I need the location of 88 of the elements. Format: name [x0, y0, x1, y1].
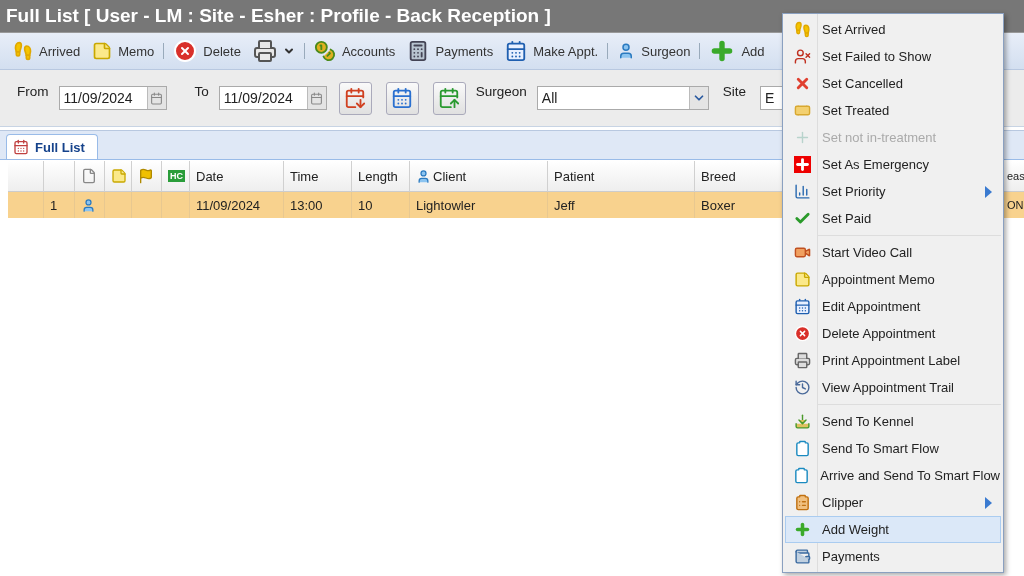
table-cell: 1	[44, 192, 75, 218]
table-cell: Jeff	[548, 192, 695, 218]
memo-icon	[92, 41, 113, 61]
to-label: To	[194, 84, 209, 99]
from-date-field[interactable]: 11/09/2024	[58, 86, 167, 110]
submenu-arrow-icon	[985, 185, 992, 198]
person-cross-icon	[793, 48, 811, 65]
download-icon	[793, 413, 811, 430]
calendar-down-icon	[344, 87, 367, 109]
clipboard-icon	[793, 494, 811, 511]
column-header[interactable]: Client	[410, 161, 548, 192]
menu-item[interactable]: Set As Emergency	[785, 151, 1001, 178]
site-label: Site	[722, 84, 747, 99]
clipboard-icon	[792, 467, 810, 484]
toolbar-button[interactable]: Delete	[170, 37, 244, 65]
menu-item[interactable]: Print Appointment Label	[785, 347, 1001, 374]
menu-item[interactable]: Start Video Call	[785, 239, 1001, 266]
calendar-icon	[505, 40, 528, 62]
menu-item[interactable]: Set Failed to Show	[785, 43, 1001, 70]
table-cell: ON	[1004, 192, 1024, 218]
memo-icon	[111, 168, 127, 184]
toolbar-button[interactable]: Memo	[89, 39, 158, 63]
surgeon-select[interactable]: All	[536, 86, 709, 110]
coins-icon	[313, 40, 336, 62]
calendar-icon	[310, 91, 324, 105]
footprints-icon	[13, 41, 33, 61]
clipboard-icon	[793, 440, 811, 457]
footprints-icon	[793, 21, 811, 38]
column-header[interactable]: Patient	[548, 161, 695, 192]
table-cell: 10	[352, 192, 410, 218]
table-cell: 11/09/2024	[190, 192, 284, 218]
next-day-button[interactable]	[432, 81, 466, 115]
person-icon	[81, 197, 96, 213]
column-header[interactable]: Date	[190, 161, 284, 192]
menu-item[interactable]: Send To Kennel	[785, 408, 1001, 435]
toolbar-button[interactable]: Payments	[404, 38, 497, 64]
menu-item[interactable]: Add Weight	[785, 516, 1001, 543]
column-header[interactable]	[105, 161, 132, 192]
menu-item[interactable]: Set Cancelled	[785, 70, 1001, 97]
bar-chart-icon	[793, 183, 811, 200]
printer-icon	[252, 39, 277, 63]
column-header[interactable]	[132, 161, 162, 192]
tab[interactable]: Full List	[6, 134, 98, 159]
previous-day-button[interactable]	[338, 81, 372, 115]
menu-item[interactable]: Appointment Memo	[785, 266, 1001, 293]
toolbar-button[interactable]: Arrived	[10, 39, 84, 63]
column-header[interactable]: Time	[284, 161, 352, 192]
check-icon	[793, 210, 811, 227]
history-icon	[793, 379, 811, 396]
menu-item[interactable]: View Appointment Trail	[785, 374, 1001, 401]
column-header[interactable]: HC	[162, 161, 190, 192]
column-header[interactable]	[75, 161, 105, 192]
menu-item[interactable]: Edit Appointment	[785, 293, 1001, 320]
toolbar-button[interactable]: Add	[706, 36, 768, 66]
menu-item[interactable]: Delete Appointment	[785, 320, 1001, 347]
calendar-icon	[793, 298, 811, 315]
first-aid-icon	[793, 156, 811, 173]
table-cell: 13:00	[284, 192, 352, 218]
calendar-icon	[13, 139, 29, 155]
delete-icon	[173, 39, 198, 63]
calendar-icon	[391, 87, 414, 109]
table-cell: Lightowler	[410, 192, 548, 218]
calendar-icon	[150, 91, 163, 105]
table-cell	[162, 192, 190, 218]
memo-icon	[793, 271, 811, 288]
column-header[interactable]: Length	[352, 161, 410, 192]
document-icon	[81, 168, 97, 184]
menu-item[interactable]: Arrive and Send To Smart Flow	[785, 462, 1001, 489]
to-date-field[interactable]: 11/09/2024	[218, 86, 327, 110]
table-cell	[132, 192, 162, 218]
toolbar-button[interactable]: Make Appt.	[502, 38, 602, 64]
printer-icon	[793, 352, 811, 369]
menu-item[interactable]: Payments	[785, 543, 1001, 570]
today-button[interactable]	[385, 81, 419, 115]
toolbar-button[interactable]: Surgeon	[614, 40, 694, 62]
menu-item[interactable]: Send To Smart Flow	[785, 435, 1001, 462]
from-label: From	[17, 84, 49, 99]
plus-icon	[793, 521, 811, 538]
payment-icon	[793, 548, 811, 565]
surgeon-label: Surgeon	[475, 84, 527, 99]
delete-icon	[793, 325, 811, 342]
menu-item[interactable]: Clipper	[785, 489, 1001, 516]
person-icon	[416, 168, 431, 184]
menu-item[interactable]: Set Treated	[785, 97, 1001, 124]
submenu-arrow-icon	[985, 496, 992, 509]
flag-icon	[138, 168, 154, 184]
toolbar-button[interactable]: Accounts	[310, 38, 399, 64]
calendar-up-icon	[438, 87, 461, 109]
